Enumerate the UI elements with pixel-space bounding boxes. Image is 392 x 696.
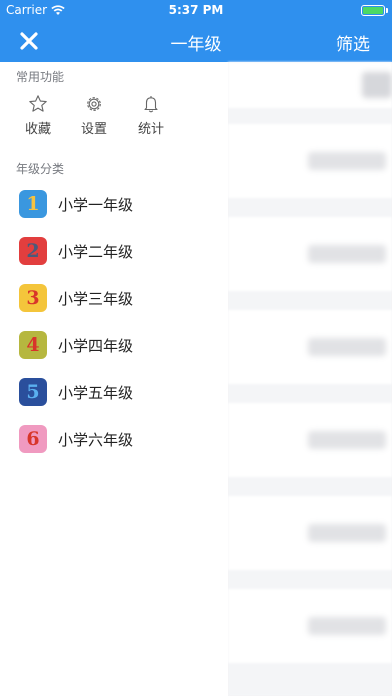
grade-item-2[interactable]: 2 小学二年级 <box>0 229 228 275</box>
grade-item-label: 小学一年级 <box>58 196 134 214</box>
background-row <box>228 403 392 477</box>
grade-item-1[interactable]: 1 小学一年级 <box>0 182 228 228</box>
grade-item-label: 小学四年级 <box>58 337 134 355</box>
app-screen: Carrier 5:37 PM 一年级 筛选 常用功能 收藏 设置 统计 年级分… <box>0 0 392 696</box>
grade-6-icon: 6 <box>19 425 47 453</box>
grade-categories-title: 年级分类 <box>16 162 65 176</box>
background-row-text <box>308 524 386 542</box>
grade-3-icon: 3 <box>19 284 47 312</box>
favorites-label: 收藏 <box>24 122 51 137</box>
side-drawer: 常用功能 收藏 设置 统计 年级分类 1 小学一年级 2 小学二年级 3 小学三… <box>0 62 228 696</box>
statistics-button[interactable]: 统计 <box>123 94 179 142</box>
bell-icon <box>123 94 179 116</box>
grade-item-3[interactable]: 3 小学三年级 <box>0 276 228 322</box>
background-row-text <box>308 617 386 635</box>
background-row-text <box>308 245 386 263</box>
settings-button[interactable]: 设置 <box>66 94 122 142</box>
settings-label: 设置 <box>80 122 107 137</box>
battery-cap <box>386 8 388 13</box>
background-row <box>228 310 392 384</box>
background-row <box>228 62 392 108</box>
grade-5-icon: 5 <box>19 378 47 406</box>
status-bar: Carrier 5:37 PM <box>0 0 392 20</box>
battery-fill <box>363 7 383 14</box>
background-row <box>228 496 392 570</box>
common-functions-title: 常用功能 <box>16 70 65 84</box>
grade-4-icon: 4 <box>19 331 47 359</box>
background-row <box>228 217 392 291</box>
background-row <box>228 589 392 663</box>
battery-icon <box>361 5 385 16</box>
grade-1-icon: 1 <box>19 190 47 218</box>
grade-2-icon: 2 <box>19 237 47 265</box>
grade-item-5[interactable]: 5 小学五年级 <box>0 370 228 416</box>
gear-icon <box>66 94 122 116</box>
filter-button[interactable]: 筛选 <box>336 30 370 55</box>
grade-item-4[interactable]: 4 小学四年级 <box>0 323 228 369</box>
background-row-text <box>308 431 386 449</box>
status-time: 5:37 PM <box>168 3 224 17</box>
background-row-text <box>362 72 392 98</box>
star-icon <box>10 94 66 116</box>
favorites-button[interactable]: 收藏 <box>10 94 66 142</box>
background-content <box>228 62 392 696</box>
background-row-text <box>308 152 386 170</box>
grade-item-label: 小学五年级 <box>58 384 134 402</box>
statistics-label: 统计 <box>137 122 164 137</box>
grade-item-6[interactable]: 6 小学六年级 <box>0 417 228 463</box>
background-row-text <box>308 338 386 356</box>
grade-item-label: 小学三年级 <box>58 290 134 308</box>
grade-item-label: 小学二年级 <box>58 243 134 261</box>
quick-actions: 收藏 设置 统计 <box>0 94 228 142</box>
background-row <box>228 124 392 198</box>
nav-title: 一年级 <box>170 35 222 55</box>
nav-bar: 一年级 筛选 <box>0 20 392 62</box>
grade-item-label: 小学六年级 <box>58 431 134 449</box>
